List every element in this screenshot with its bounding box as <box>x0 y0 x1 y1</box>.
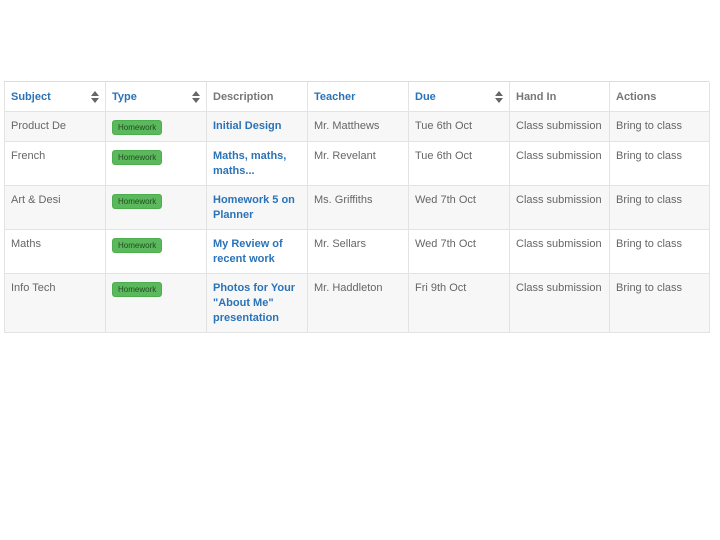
column-header-subject[interactable]: Subject <box>4 82 106 112</box>
actions-cell: Bring to class <box>609 273 710 333</box>
actions-cell: Bring to class <box>609 141 710 186</box>
table-row: Product De Homework Initial Design Mr. M… <box>4 111 710 142</box>
hand-in-cell: Class submission <box>509 273 610 333</box>
type-cell: Homework <box>105 273 207 333</box>
sort-arrows-icon[interactable] <box>192 91 200 103</box>
description-cell: My Review of recent work <box>206 229 308 274</box>
type-badge: Homework <box>112 119 163 135</box>
type-cell: Homework <box>105 185 207 230</box>
due-cell: Fri 9th Oct <box>408 273 510 333</box>
subject-cell: French <box>4 141 106 186</box>
actions-cell: Bring to class <box>609 111 710 142</box>
table-header-row: Subject Type Description Teacher Due Han… <box>4 82 710 112</box>
sort-arrows-icon[interactable] <box>495 91 503 103</box>
due-cell: Wed 7th Oct <box>408 229 510 274</box>
due-cell: Wed 7th Oct <box>408 185 510 230</box>
column-header-description: Description <box>206 82 308 112</box>
column-header-hand-in: Hand In <box>509 82 610 112</box>
column-header-type[interactable]: Type <box>105 82 207 112</box>
description-cell: Photos for Your "About Me" presentation <box>206 273 308 333</box>
table-row: Info Tech Homework Photos for Your "Abou… <box>4 273 710 333</box>
hand-in-cell: Class submission <box>509 111 610 142</box>
subject-cell: Art & Desi <box>4 185 106 230</box>
type-badge: Homework <box>112 237 163 253</box>
teacher-cell: Mr. Sellars <box>307 229 409 274</box>
column-header-label: Description <box>213 91 274 103</box>
description-link[interactable]: Photos for Your "About Me" presentation <box>213 282 295 324</box>
subject-cell: Product De <box>4 111 106 142</box>
column-header-label: Hand In <box>516 91 557 103</box>
type-badge: Homework <box>112 193 163 209</box>
type-badge: Homework <box>112 149 163 165</box>
homework-table: Subject Type Description Teacher Due Han… <box>4 82 710 333</box>
description-cell: Maths, maths, maths... <box>206 141 308 186</box>
due-cell: Tue 6th Oct <box>408 111 510 142</box>
description-link[interactable]: Homework 5 on Planner <box>213 194 295 221</box>
table-row: Art & Desi Homework Homework 5 on Planne… <box>4 185 710 230</box>
type-cell: Homework <box>105 141 207 186</box>
description-link[interactable]: Initial Design <box>213 120 281 132</box>
type-cell: Homework <box>105 111 207 142</box>
teacher-cell: Ms. Griffiths <box>307 185 409 230</box>
description-cell: Initial Design <box>206 111 308 142</box>
due-cell: Tue 6th Oct <box>408 141 510 186</box>
description-link[interactable]: My Review of recent work <box>213 238 283 265</box>
type-cell: Homework <box>105 229 207 274</box>
column-header-label: Actions <box>616 91 657 103</box>
type-badge: Homework <box>112 281 163 297</box>
column-header-label: Type <box>112 91 137 103</box>
sort-arrows-icon[interactable] <box>91 91 99 103</box>
table-row: French Homework Maths, maths, maths... M… <box>4 141 710 186</box>
column-header-label: Teacher <box>314 91 356 103</box>
column-header-actions: Actions <box>609 82 710 112</box>
teacher-cell: Mr. Haddleton <box>307 273 409 333</box>
description-cell: Homework 5 on Planner <box>206 185 308 230</box>
column-header-label: Due <box>415 91 436 103</box>
actions-cell: Bring to class <box>609 229 710 274</box>
subject-cell: Maths <box>4 229 106 274</box>
hand-in-cell: Class submission <box>509 185 610 230</box>
subject-cell: Info Tech <box>4 273 106 333</box>
table-row: Maths Homework My Review of recent work … <box>4 229 710 274</box>
column-header-due[interactable]: Due <box>408 82 510 112</box>
homework-table-container: Subject Type Description Teacher Due Han… <box>4 81 710 333</box>
actions-cell: Bring to class <box>609 185 710 230</box>
column-header-teacher[interactable]: Teacher <box>307 82 409 112</box>
teacher-cell: Mr. Revelant <box>307 141 409 186</box>
hand-in-cell: Class submission <box>509 229 610 274</box>
teacher-cell: Mr. Matthews <box>307 111 409 142</box>
description-link[interactable]: Maths, maths, maths... <box>213 150 286 177</box>
column-header-label: Subject <box>11 91 51 103</box>
hand-in-cell: Class submission <box>509 141 610 186</box>
